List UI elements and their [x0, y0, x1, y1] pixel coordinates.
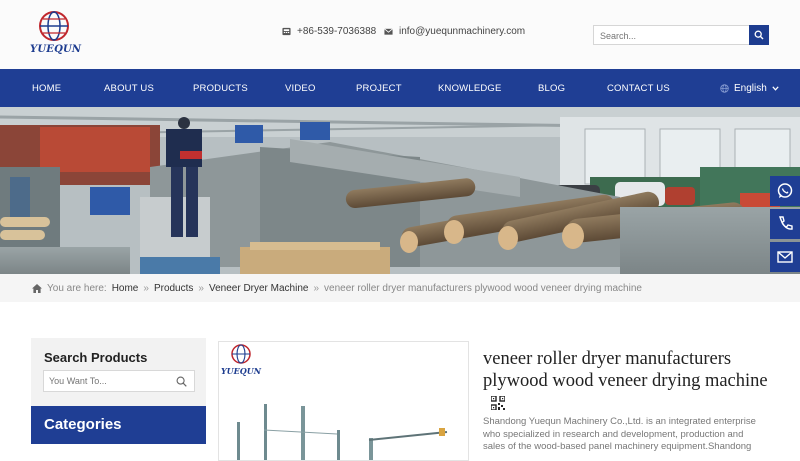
brand-name: YUEQUN — [30, 44, 82, 55]
email-icon — [777, 251, 793, 263]
search-icon — [754, 30, 764, 40]
header-search-button[interactable] — [749, 25, 769, 45]
gallery-watermark-brand: YUEQUN — [221, 366, 262, 376]
phone-button[interactable] — [770, 209, 800, 239]
breadcrumb-current: veneer roller dryer manufacturers plywoo… — [324, 283, 642, 294]
breadcrumb-category[interactable]: Veneer Dryer Machine — [209, 283, 309, 294]
breadcrumb-prefix: You are here: — [47, 283, 107, 294]
breadcrumb-bar: You are here: Home » Products » Veneer D… — [0, 274, 800, 302]
breadcrumb-products[interactable]: Products — [154, 283, 193, 294]
breadcrumb: You are here: Home » Products » Veneer D… — [32, 283, 642, 294]
sidebar-search-title: Search Products — [44, 350, 148, 365]
site-logo[interactable]: YUEQUN — [30, 10, 82, 62]
phone-number: +86-539-7036388 — [297, 26, 377, 37]
nav-item-contact-us[interactable]: CONTACT US — [607, 83, 670, 94]
sidebar-search-field — [43, 370, 195, 392]
sidebar-search-input[interactable] — [44, 371, 169, 391]
globe-logo-icon — [39, 11, 69, 41]
categories-panel: Categories — [31, 406, 206, 444]
nav-item-blog[interactable]: BLOG — [538, 83, 565, 94]
breadcrumb-home[interactable]: Home — [112, 283, 139, 294]
product-description: Shandong Yuequn Machinery Co.,Ltd. is an… — [483, 416, 756, 452]
globe-icon — [720, 84, 729, 93]
nav-item-about-us[interactable]: ABOUT US — [104, 83, 154, 94]
breadcrumb-separator: » — [313, 283, 320, 294]
phone-icon — [779, 216, 793, 230]
whatsapp-button[interactable] — [770, 176, 800, 206]
floating-contact-widgets — [770, 176, 800, 275]
header-email[interactable]: info@yuequnmachinery.com — [384, 26, 525, 37]
factory-photo — [0, 107, 800, 274]
site-header: YUEQUN +86-539-7036388 info@yuequnmachin… — [0, 0, 800, 69]
envelope-icon — [384, 28, 393, 35]
breadcrumb-separator: » — [198, 283, 204, 294]
nav-item-video[interactable]: VIDEO — [285, 83, 316, 94]
chevron-down-icon — [772, 86, 779, 91]
nav-item-products[interactable]: PRODUCTS — [193, 83, 248, 94]
header-search — [593, 25, 769, 45]
qr-code-icon[interactable] — [491, 396, 505, 410]
product-image: YUEQUN — [221, 344, 448, 460]
main-nav: HOME ABOUT US PRODUCTS VIDEO PROJECT KNO… — [0, 69, 800, 107]
header-search-input[interactable] — [594, 27, 744, 45]
sidebar-search-panel: Search Products — [31, 338, 206, 408]
language-label: English — [734, 83, 767, 94]
nav-item-project[interactable]: PROJECT — [356, 83, 402, 94]
product-title: veneer roller dryer manufacturers plywoo… — [483, 348, 783, 414]
nav-item-home[interactable]: HOME — [32, 83, 61, 94]
breadcrumb-separator: » — [143, 283, 149, 294]
whatsapp-icon — [777, 183, 793, 198]
product-image-gallery[interactable]: YUEQUN — [218, 341, 469, 461]
home-icon — [32, 284, 42, 293]
email-address: info@yuequnmachinery.com — [399, 26, 526, 37]
hero-banner — [0, 107, 800, 274]
search-icon[interactable] — [176, 376, 187, 387]
header-phone[interactable]: +86-539-7036388 — [282, 26, 376, 37]
phone-icon — [282, 27, 291, 36]
language-selector[interactable]: English — [720, 83, 779, 94]
categories-title: Categories — [44, 416, 122, 433]
nav-item-knowledge[interactable]: KNOWLEDGE — [438, 83, 502, 94]
email-button[interactable] — [770, 242, 800, 272]
product-title-text: veneer roller dryer manufacturers plywoo… — [483, 349, 768, 391]
